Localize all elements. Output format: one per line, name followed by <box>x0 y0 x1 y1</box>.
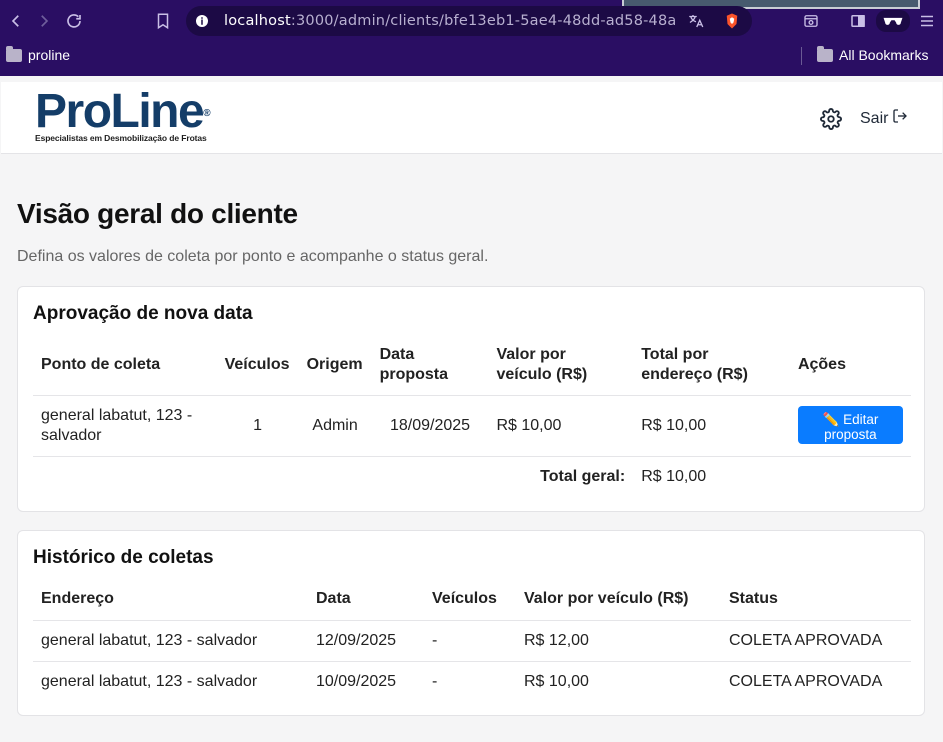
column-header: Valor por veículo (R$) <box>496 345 588 383</box>
bookmark-label: All Bookmarks <box>839 47 929 63</box>
app-header: ProLine® Especialistas em Desmobilização… <box>1 82 942 154</box>
logo-tagline: Especialistas em Desmobilização de Frota… <box>35 133 207 143</box>
column-header: Ações <box>797 355 846 373</box>
cell-date: 10/09/2025 <box>308 660 424 702</box>
history-card-title: Histórico de coletas <box>33 547 214 568</box>
table-row: general labatut, 123 - salvador 1 Admin … <box>33 394 911 456</box>
page-subtitle: Defina os valores de coleta por ponto e … <box>17 248 489 265</box>
bookmark-folder-proline[interactable]: proline <box>6 45 71 63</box>
approval-card: Aprovação de nova data Ponto de coleta V… <box>17 286 925 512</box>
approval-card-title: Aprovação de nova data <box>33 303 253 324</box>
column-header: Data proposta <box>379 345 449 383</box>
gear-icon[interactable] <box>820 108 842 130</box>
column-header: Total por endereço (R$) <box>641 345 748 383</box>
cell-status: COLETA APROVADA <box>721 619 911 661</box>
logout-label: Sair <box>860 109 889 127</box>
bookmark-label: proline <box>28 47 71 63</box>
cell-origin: Admin <box>298 394 372 456</box>
sidebar-toggle-icon[interactable] <box>848 11 868 31</box>
column-header: Endereço <box>41 590 114 608</box>
total-label: Total geral: <box>33 455 634 498</box>
cell-address: general labatut, 123 - salvador <box>33 660 308 702</box>
browser-toolbar: localhost:3000/admin/clients/bfe13eb1-5a… <box>0 0 943 42</box>
url-path: :3000/admin/clients/bfe13eb1-5ae4-48dd-a… <box>290 13 676 29</box>
url-text: localhost:3000/admin/clients/bfe13eb1-5a… <box>224 13 676 29</box>
column-header: Status <box>729 590 778 608</box>
brave-shield-icon[interactable] <box>722 11 742 31</box>
column-header: Ponto de coleta <box>41 355 161 373</box>
edit-proposal-button[interactable]: ✏️ Editar proposta <box>797 406 903 444</box>
cell-vehicles: - <box>424 660 516 702</box>
address-bar[interactable]: localhost:3000/admin/clients/bfe13eb1-5a… <box>186 6 752 36</box>
column-header: Valor por veículo (R$) <box>524 590 689 608</box>
cell-value: R$ 12,00 <box>516 619 721 661</box>
column-header: Veículos <box>224 355 290 373</box>
column-header: Veículos <box>432 590 497 608</box>
logo-wordmark: ProLine® <box>35 85 211 138</box>
cell-date: 18/09/2025 <box>371 394 489 456</box>
bookmark-icon[interactable] <box>153 11 173 31</box>
screen-capture-icon[interactable] <box>801 11 821 31</box>
private-profile-icon[interactable] <box>876 10 910 32</box>
cell-value: R$ 10,00 <box>516 660 721 702</box>
proline-logo[interactable]: ProLine® Especialistas em Desmobilização… <box>35 85 211 144</box>
cell-vehicles: 1 <box>216 394 299 456</box>
menu-icon[interactable] <box>917 11 937 31</box>
column-header: Data <box>316 590 351 608</box>
back-icon[interactable] <box>6 11 26 31</box>
total-value: R$ 10,00 <box>633 455 911 498</box>
folder-icon <box>6 45 22 62</box>
cell-address: general labatut, 123 - salvador <box>33 619 308 661</box>
cell-total-address: R$ 10,00 <box>633 394 790 456</box>
bookmarks-divider <box>801 47 802 65</box>
forward-icon[interactable] <box>34 11 54 31</box>
cell-value-per-vehicle: R$ 10,00 <box>488 394 634 456</box>
cell-vehicles: - <box>424 619 516 661</box>
reload-icon[interactable] <box>64 11 84 31</box>
history-table: Endereço Data Veículos Valor por veículo… <box>33 579 911 702</box>
approval-table: Ponto de coleta Veículos Origem Data pro… <box>33 335 911 498</box>
logout-icon <box>892 108 908 129</box>
browser-chrome: localhost:3000/admin/clients/bfe13eb1-5a… <box>0 0 943 76</box>
url-host: localhost <box>224 13 291 29</box>
total-row: Total geral: R$ 10,00 <box>33 455 911 498</box>
logout-button[interactable]: Sair <box>860 108 908 129</box>
cell-point: general labatut, 123 - salvador <box>33 394 217 456</box>
site-info-icon[interactable] <box>192 11 212 31</box>
cell-actions: ✏️ Editar proposta <box>789 394 911 456</box>
table-row: general labatut, 123 - salvador 10/09/20… <box>33 660 911 702</box>
translate-icon[interactable] <box>686 11 706 31</box>
bookmark-folder-all[interactable]: All Bookmarks <box>817 45 929 63</box>
page-title: Visão geral do cliente <box>17 198 298 229</box>
column-header: Origem <box>306 355 363 373</box>
table-row: general labatut, 123 - salvador 12/09/20… <box>33 619 911 661</box>
history-card: Histórico de coletas Endereço Data Veícu… <box>17 530 925 716</box>
cell-status: COLETA APROVADA <box>721 660 911 702</box>
folder-icon <box>817 45 833 62</box>
cell-date: 12/09/2025 <box>308 619 424 661</box>
